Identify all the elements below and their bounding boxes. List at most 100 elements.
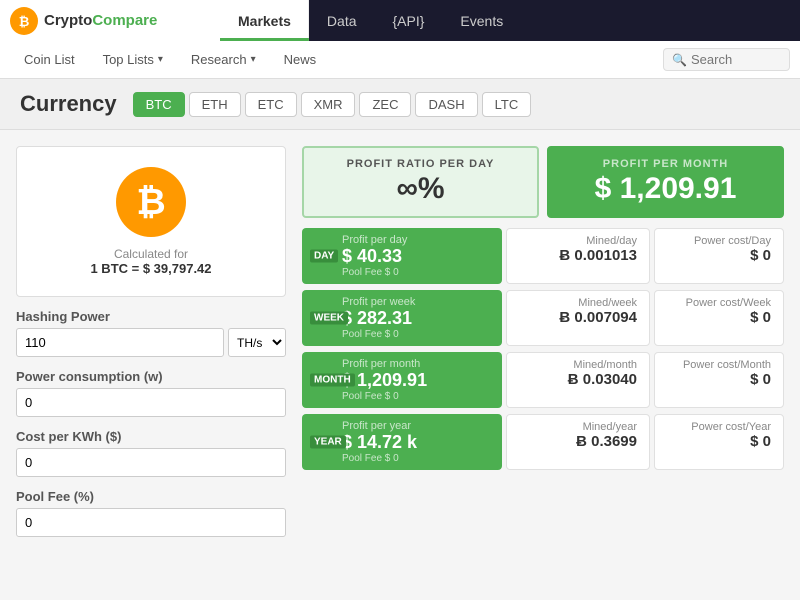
table-row: Week Profit per week $ 282.31 Pool Fee $… — [302, 290, 784, 346]
power-consumption-label: Power consumption (w) — [16, 369, 286, 384]
top-navigation: ₿ CryptoCompare Markets Data {API} Event… — [0, 0, 800, 41]
profit-month-label: PROFIT PER MONTH — [563, 158, 768, 170]
nav-data[interactable]: Data — [309, 0, 375, 41]
logo[interactable]: ₿ CryptoCompare — [0, 0, 220, 41]
table-row: Month Profit per month $ 1,209.91 Pool F… — [302, 352, 784, 408]
svg-text:₿: ₿ — [19, 14, 30, 29]
cost-kwh-label: Cost per KWh ($) — [16, 429, 286, 444]
week-cost-label: Power cost/Week — [686, 297, 771, 309]
year-label: Year — [310, 436, 346, 449]
profit-ratio-box: PROFIT RATIO PER DAY ∞% — [302, 146, 539, 218]
profit-summary: PROFIT RATIO PER DAY ∞% PROFIT PER MONTH… — [302, 146, 784, 218]
search-icon: 🔍 — [672, 53, 687, 67]
month-mined-cell: Mined/month Ƀ 0.03040 — [506, 352, 650, 408]
cost-kwh-input[interactable] — [16, 448, 286, 477]
month-pool-fee: Pool Fee $ 0 — [342, 391, 490, 402]
hashing-unit-select[interactable]: TH/s GH/s MH/s KH/s — [228, 328, 286, 357]
main-content: ₿ Calculated for 1 BTC = $ 39,797.42 Has… — [0, 130, 800, 565]
currency-tabs: BTC ETH ETC XMR ZEC DASH LTC — [133, 92, 532, 117]
tab-xmr[interactable]: XMR — [301, 92, 356, 117]
day-profit-value: $ 40.33 — [342, 246, 490, 267]
month-profit-value: $ 1,209.91 — [342, 370, 490, 391]
logo-icon: ₿ — [10, 7, 38, 35]
tab-ltc[interactable]: LTC — [482, 92, 532, 117]
left-panel: ₿ Calculated for 1 BTC = $ 39,797.42 Has… — [16, 146, 286, 549]
nav-api[interactable]: {API} — [375, 0, 443, 41]
week-profit-value: $ 282.31 — [342, 308, 490, 329]
week-label: Week — [310, 312, 348, 325]
day-profit-cell: Day Profit per day $ 40.33 Pool Fee $ 0 — [302, 228, 502, 284]
day-cost-cell: Power cost/Day $ 0 — [654, 228, 784, 284]
month-label: Month — [310, 374, 355, 387]
month-mined-value: Ƀ 0.03040 — [568, 371, 637, 388]
nav-top-lists[interactable]: Top Lists ▾ — [89, 41, 177, 78]
year-mined-value: Ƀ 0.3699 — [576, 433, 637, 450]
day-profit-label: Profit per day — [342, 234, 490, 246]
day-mined-cell: Mined/day Ƀ 0.001013 — [506, 228, 650, 284]
nav-news[interactable]: News — [270, 41, 331, 78]
search-input[interactable] — [691, 52, 781, 67]
top-lists-arrow: ▾ — [158, 54, 163, 65]
right-panel: PROFIT RATIO PER DAY ∞% PROFIT PER MONTH… — [302, 146, 784, 549]
month-profit-cell: Month Profit per month $ 1,209.91 Pool F… — [302, 352, 502, 408]
day-mined-label: Mined/day — [586, 235, 637, 247]
tab-dash[interactable]: DASH — [415, 92, 477, 117]
year-mined-cell: Mined/year Ƀ 0.3699 — [506, 414, 650, 470]
year-profit-label: Profit per year — [342, 420, 490, 432]
tab-btc[interactable]: BTC — [133, 92, 185, 117]
pool-fee-input[interactable] — [16, 508, 286, 537]
year-cost-label: Power cost/Year — [691, 421, 771, 433]
year-profit-cell: Year Profit per year $ 14.72 k Pool Fee … — [302, 414, 502, 470]
search-box[interactable]: 🔍 — [663, 48, 790, 71]
profit-ratio-label: PROFIT RATIO PER DAY — [318, 158, 523, 170]
month-cost-cell: Power cost/Month $ 0 — [654, 352, 784, 408]
nav-items: Markets Data {API} Events — [220, 0, 800, 41]
day-pool-fee: Pool Fee $ 0 — [342, 267, 490, 278]
week-cost-value: $ 0 — [750, 309, 771, 326]
pool-fee-label: Pool Fee (%) — [16, 489, 286, 504]
currency-title: Currency — [20, 91, 117, 117]
table-row: Day Profit per day $ 40.33 Pool Fee $ 0 … — [302, 228, 784, 284]
month-cost-value: $ 0 — [750, 371, 771, 388]
profit-month-box: PROFIT PER MONTH $ 1,209.91 — [547, 146, 784, 218]
tab-zec[interactable]: ZEC — [359, 92, 411, 117]
power-consumption-group: Power consumption (w) — [16, 369, 286, 417]
calc-price: 1 BTC = $ 39,797.42 — [90, 261, 211, 276]
year-mined-label: Mined/year — [583, 421, 637, 433]
year-profit-value: $ 14.72 k — [342, 432, 490, 453]
profit-month-value: $ 1,209.91 — [563, 172, 768, 206]
year-cost-value: $ 0 — [750, 433, 771, 450]
power-consumption-input[interactable] — [16, 388, 286, 417]
week-profit-cell: Week Profit per week $ 282.31 Pool Fee $… — [302, 290, 502, 346]
week-cost-cell: Power cost/Week $ 0 — [654, 290, 784, 346]
month-cost-label: Power cost/Month — [683, 359, 771, 371]
week-profit-label: Profit per week — [342, 296, 490, 308]
hashing-power-row: TH/s GH/s MH/s KH/s — [16, 328, 286, 357]
research-arrow: ▾ — [251, 54, 256, 65]
currency-header: Currency BTC ETH ETC XMR ZEC DASH LTC — [0, 79, 800, 130]
tab-etc[interactable]: ETC — [245, 92, 297, 117]
hashing-power-label: Hashing Power — [16, 309, 286, 324]
day-cost-value: $ 0 — [750, 247, 771, 264]
year-pool-fee: Pool Fee $ 0 — [342, 453, 490, 464]
pool-fee-group: Pool Fee (%) — [16, 489, 286, 537]
year-cost-cell: Power cost/Year $ 0 — [654, 414, 784, 470]
month-profit-label: Profit per month — [342, 358, 490, 370]
nav-research[interactable]: Research ▾ — [177, 41, 270, 78]
profit-ratio-value: ∞% — [318, 172, 523, 206]
day-label: Day — [310, 250, 338, 263]
day-cost-label: Power cost/Day — [694, 235, 771, 247]
data-rows: Day Profit per day $ 40.33 Pool Fee $ 0 … — [302, 228, 784, 470]
week-mined-value: Ƀ 0.007094 — [559, 309, 637, 326]
hashing-power-input[interactable] — [16, 328, 224, 357]
nav-markets[interactable]: Markets — [220, 0, 309, 41]
nav-coin-list[interactable]: Coin List — [10, 41, 89, 78]
week-mined-cell: Mined/week Ƀ 0.007094 — [506, 290, 650, 346]
tab-eth[interactable]: ETH — [189, 92, 241, 117]
day-mined-value: Ƀ 0.001013 — [559, 247, 637, 264]
week-mined-label: Mined/week — [578, 297, 637, 309]
logo-text-crypto: Crypto — [44, 12, 92, 29]
calc-label: Calculated for — [114, 247, 188, 261]
coin-card: ₿ Calculated for 1 BTC = $ 39,797.42 — [16, 146, 286, 297]
nav-events[interactable]: Events — [442, 0, 521, 41]
